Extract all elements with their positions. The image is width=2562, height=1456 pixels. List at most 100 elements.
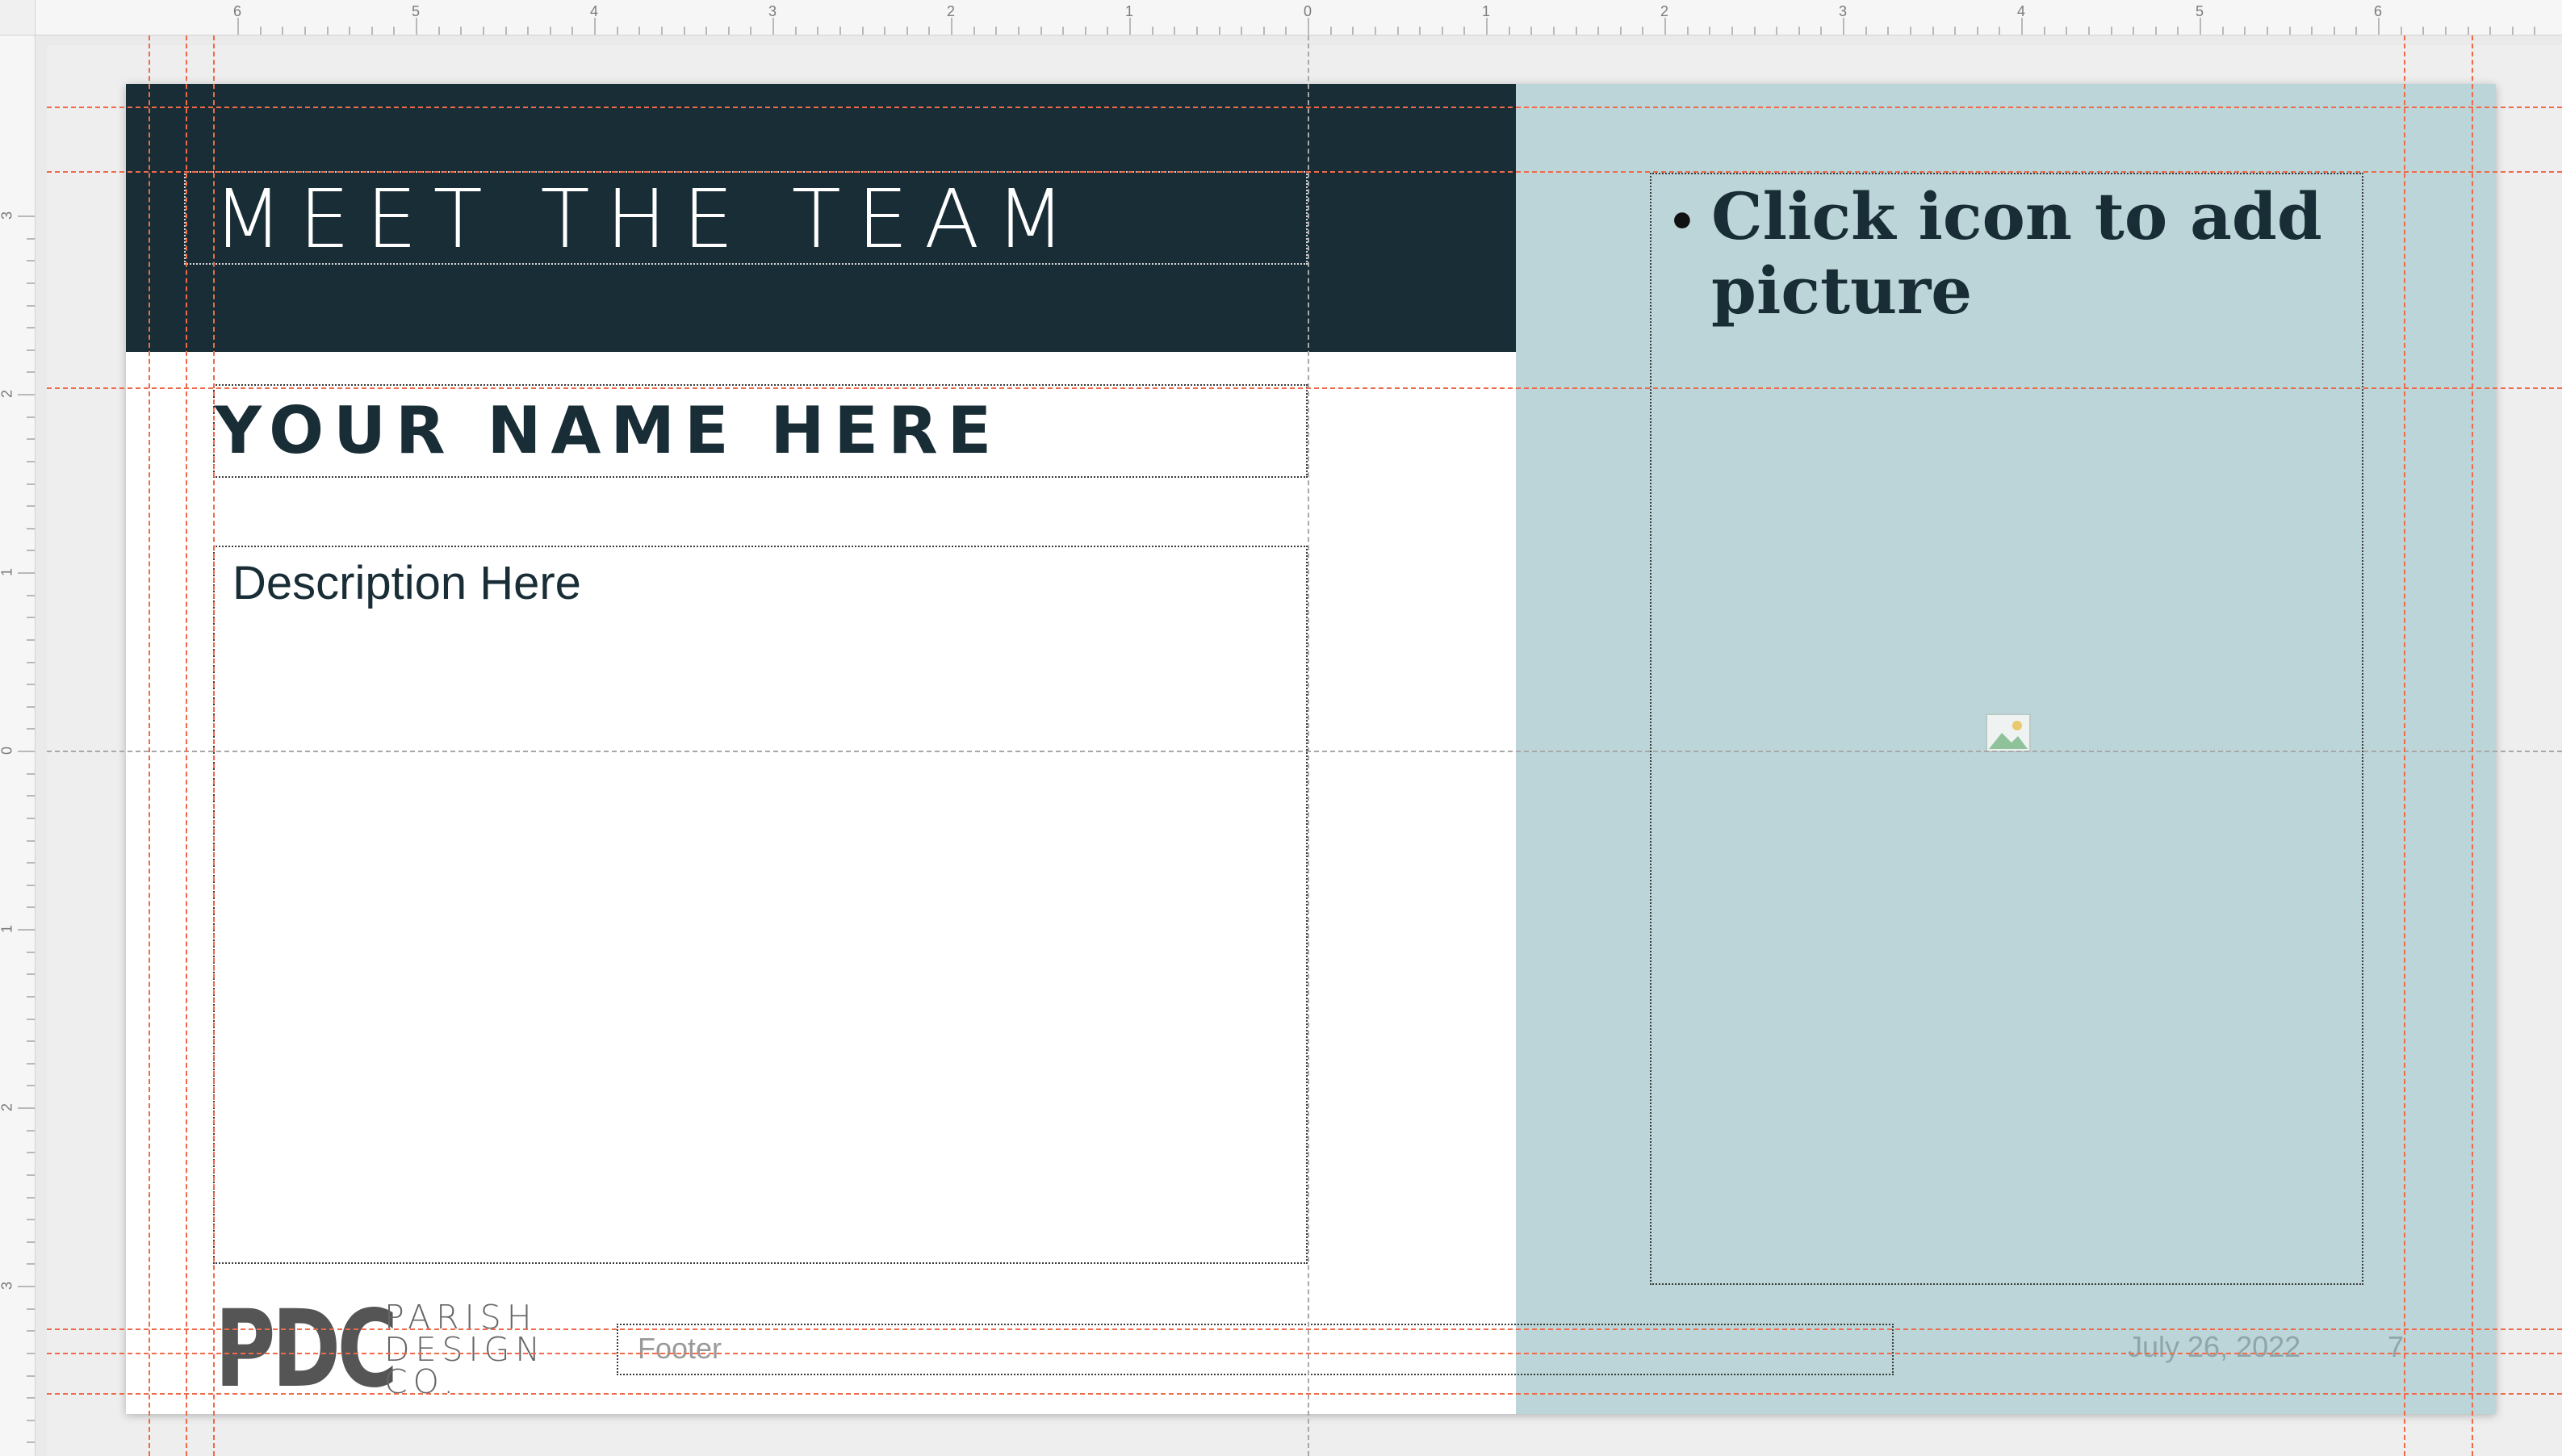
- ruler-label: 1: [0, 924, 15, 934]
- guide-vertical[interactable]: [149, 36, 150, 1456]
- guide-horizontal[interactable]: [47, 171, 2562, 173]
- ruler-tick: [27, 973, 35, 976]
- member-name: YOUR NAME HERE: [215, 393, 1002, 468]
- date-field[interactable]: July 26, 2022: [2128, 1330, 2300, 1364]
- ruler-tick: [18, 1286, 35, 1287]
- guide-horizontal[interactable]: [47, 1328, 2562, 1330]
- guide-vertical[interactable]: [2404, 36, 2405, 1456]
- ruler-tick: [259, 27, 262, 35]
- guide-horizontal[interactable]: [47, 107, 2562, 108]
- ruler-tick: [18, 572, 35, 574]
- ruler-tick: [27, 1307, 35, 1310]
- ruler-tick: [2221, 27, 2224, 35]
- ruler-tick: [2288, 27, 2291, 35]
- ruler-tick: [2378, 18, 2380, 35]
- ruler-tick: [594, 18, 596, 35]
- ruler-tick: [27, 327, 35, 329]
- ruler-tick: [2534, 27, 2536, 35]
- ruler-tick: [2021, 18, 2023, 35]
- ruler-tick: [660, 27, 663, 35]
- guide-horizontal[interactable]: [47, 1393, 2562, 1395]
- ruler-tick: [282, 27, 284, 35]
- guide-horizontal[interactable]: [47, 387, 2562, 389]
- logo-line-2: DESIGN: [384, 1330, 546, 1369]
- ruler-tick: [1865, 27, 1867, 35]
- ruler-tick: [884, 27, 886, 35]
- ruler-tick: [504, 27, 507, 35]
- ruler-tick: [27, 1263, 35, 1266]
- ruler-tick: [1753, 27, 1756, 35]
- footer-placeholder[interactable]: Footer: [617, 1324, 1894, 1375]
- guide-vertical[interactable]: [186, 36, 187, 1456]
- ruler-tick: [817, 27, 819, 35]
- ruler-tick: [1731, 27, 1733, 35]
- ruler-tick: [1552, 27, 1555, 35]
- ruler-tick: [727, 27, 730, 35]
- horizontal-ruler[interactable]: 6543210123456: [0, 0, 2562, 36]
- ruler-tick: [27, 594, 35, 596]
- picture-icon[interactable]: [1986, 713, 2031, 752]
- ruler-tick: [2043, 27, 2045, 35]
- logo-mark: PDC: [215, 1287, 398, 1412]
- ruler-tick: [27, 1241, 35, 1243]
- title-placeholder[interactable]: MEET THE TEAM: [184, 171, 1308, 265]
- footer-text: Footer: [638, 1332, 722, 1365]
- ruler-tick: [1017, 27, 1019, 35]
- description-placeholder[interactable]: Description Here: [213, 546, 1308, 1264]
- ruler-tick: [27, 550, 35, 552]
- ruler-tick: [482, 27, 484, 35]
- ruler-tick: [1218, 27, 1220, 35]
- guide-center-vertical[interactable]: [1308, 36, 1309, 1456]
- ruler-tick: [2110, 27, 2112, 35]
- ruler-tick: [27, 772, 35, 775]
- ruler-tick: [2311, 27, 2313, 35]
- ruler-tick: [27, 638, 35, 641]
- ruler-label: 3: [0, 211, 15, 220]
- ruler-tick: [416, 18, 417, 35]
- guide-vertical[interactable]: [213, 36, 215, 1456]
- ruler-tick: [2355, 27, 2358, 35]
- ruler-tick: [928, 27, 931, 35]
- ruler-tick: [2177, 27, 2179, 35]
- picture-placeholder[interactable]: • Click icon to add picture: [1650, 173, 2363, 1285]
- guide-vertical[interactable]: [2472, 36, 2473, 1456]
- ruler-tick: [1374, 27, 1376, 35]
- ruler-tick: [27, 349, 35, 351]
- member-description: Description Here: [232, 557, 581, 609]
- ruler-tick: [2489, 27, 2492, 35]
- ruler-tick: [1174, 27, 1176, 35]
- picture-prompt-text: Click icon to add picture: [1711, 178, 2322, 328]
- name-placeholder[interactable]: YOUR NAME HERE: [213, 384, 1308, 478]
- ruler-tick: [1040, 27, 1042, 35]
- bullet: •: [1668, 196, 1697, 249]
- ruler-tick: [705, 27, 708, 35]
- ruler-tick: [27, 839, 35, 842]
- ruler-tick: [460, 27, 463, 35]
- ruler-tick: [1909, 27, 1911, 35]
- ruler-tick: [27, 483, 35, 485]
- ruler-tick: [27, 1374, 35, 1377]
- ruler-tick: [27, 995, 35, 998]
- ruler-tick: [683, 27, 685, 35]
- ruler-tick: [1084, 27, 1086, 35]
- ruler-tick: [951, 18, 952, 35]
- ruler-tick: [1664, 18, 1666, 35]
- guide-center-horizontal[interactable]: [47, 751, 2562, 752]
- ruler-tick: [27, 1397, 35, 1400]
- guide-horizontal[interactable]: [47, 1353, 2562, 1354]
- ruler-tick: [27, 1174, 35, 1176]
- ruler-tick: [1976, 27, 1978, 35]
- ruler-tick: [2133, 27, 2135, 35]
- picture-prompt: • Click icon to add picture: [1668, 179, 2346, 328]
- ruler-tick: [1843, 18, 1844, 35]
- ruler-tick: [1619, 27, 1622, 35]
- ruler-tick: [2066, 27, 2068, 35]
- vertical-ruler[interactable]: 3 2 1 0 1 2 3: [0, 36, 36, 1456]
- ruler-tick: [237, 18, 239, 35]
- ruler-tick: [2154, 27, 2157, 35]
- ruler-tick: [638, 27, 641, 35]
- ruler-label: 2: [0, 1102, 15, 1112]
- slide-number[interactable]: 7: [2388, 1330, 2404, 1364]
- ruler-tick: [27, 1018, 35, 1020]
- slide[interactable]: MEET THE TEAM YOUR NAME HERE Description…: [126, 84, 2496, 1414]
